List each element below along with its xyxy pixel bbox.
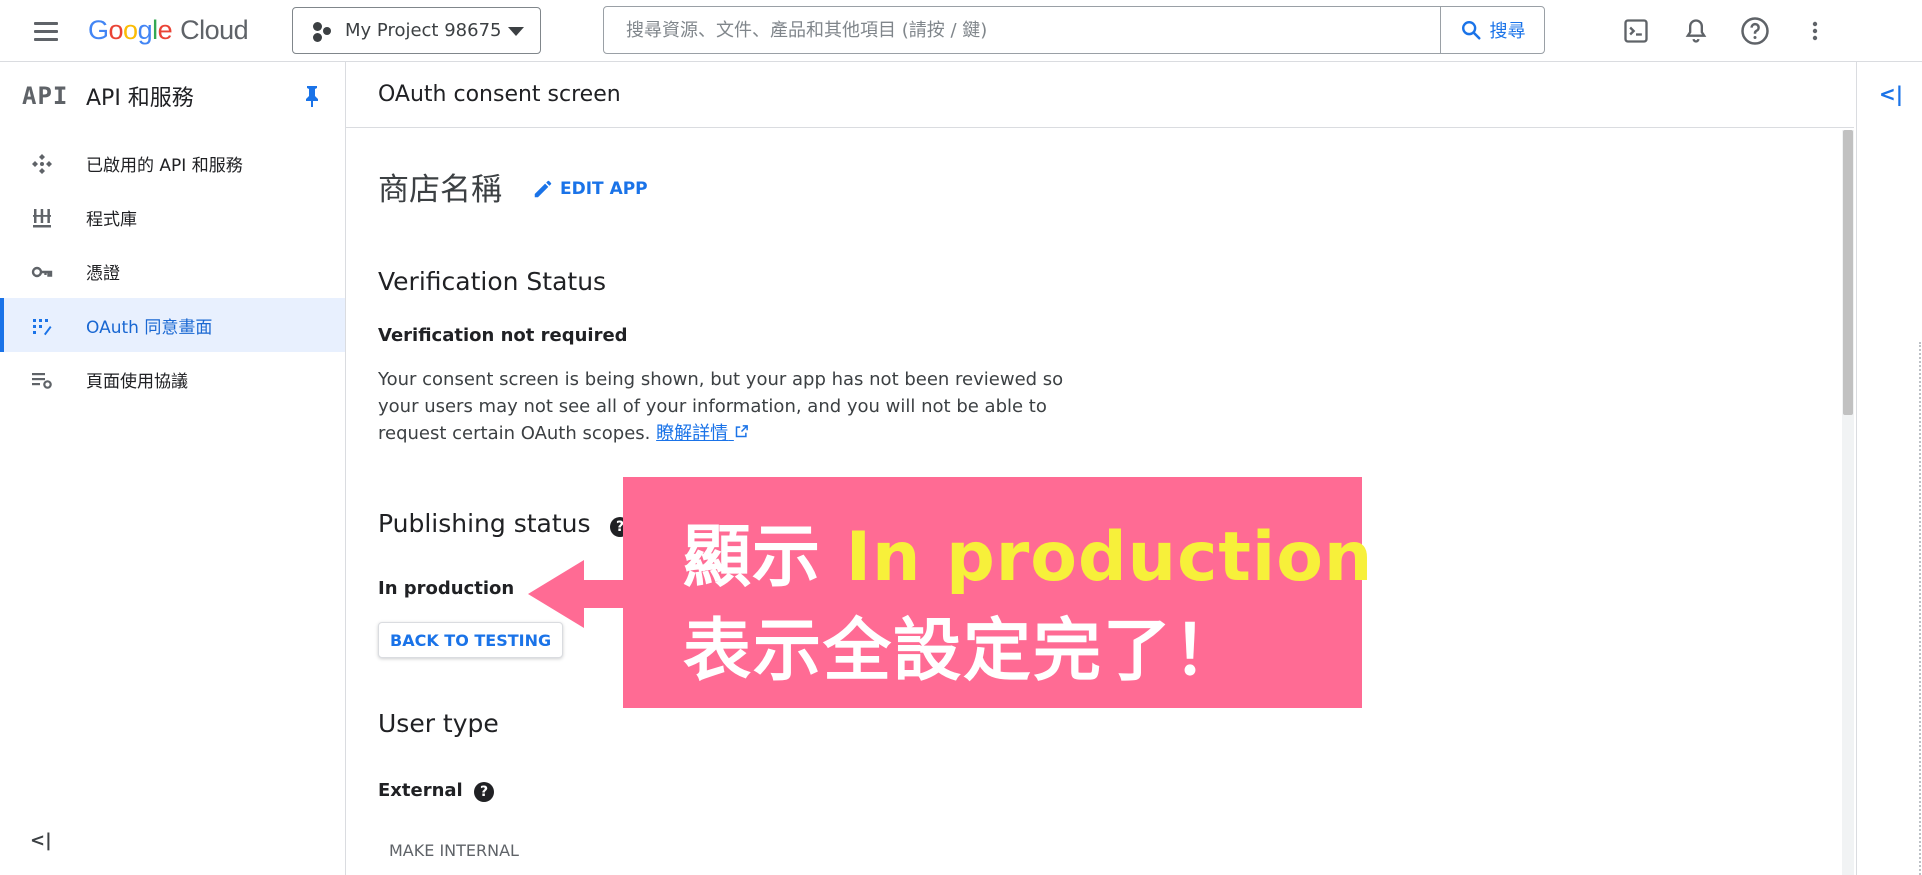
search-button[interactable]: 搜尋 (1440, 7, 1544, 53)
api-logo: API (22, 82, 69, 110)
sidebar: API API 和服務 已啟用的 API 和服務 程式庫 憑證 OAuth 同意… (0, 62, 346, 875)
external-link-icon (735, 425, 748, 438)
sidebar-item-page-usage[interactable]: 頁面使用協議 (0, 352, 345, 406)
collapse-sidebar-icon[interactable]: <| (30, 830, 52, 851)
sidebar-item-label: 已啟用的 API 和服務 (86, 155, 243, 176)
annotation-highlight: In production (845, 518, 1374, 597)
sidebar-item-label: OAuth 同意畫面 (86, 317, 213, 338)
more-options-button[interactable] (1796, 12, 1834, 50)
terminal-icon (1624, 19, 1648, 43)
right-side-panel: <| (1856, 62, 1922, 875)
edit-app-button[interactable]: EDIT APP (532, 178, 648, 200)
sidebar-title: API 和服務 (86, 86, 194, 111)
learn-more-link[interactable]: 瞭解詳情 (656, 423, 749, 444)
search-icon (1461, 21, 1481, 40)
annotation-prefix: 顯示 (683, 518, 846, 597)
cloud-shell-button[interactable] (1617, 12, 1655, 50)
project-icon (311, 20, 333, 42)
publishing-heading: Publishing status (378, 509, 591, 538)
user-type-heading: User type (378, 709, 499, 738)
annotation-arrow-head (528, 560, 584, 628)
user-type-help-icon[interactable]: ? (474, 782, 494, 802)
verification-description: Your consent screen is being shown, but … (378, 366, 1078, 447)
pin-icon[interactable] (302, 84, 322, 108)
cloud-wordmark: Cloud (180, 14, 249, 45)
library-icon (33, 209, 51, 228)
key-icon (31, 266, 53, 278)
user-type-value: External (378, 780, 463, 801)
expand-panel-icon[interactable]: <| (1879, 82, 1903, 106)
search-button-label: 搜尋 (1489, 21, 1526, 42)
annotation-arrow-shaft (582, 580, 625, 608)
oauth-consent-icon (33, 319, 52, 336)
make-internal-button[interactable]: MAKE INTERNAL (389, 841, 519, 860)
panel-divider (1919, 342, 1921, 875)
page-usage-settings-icon (32, 373, 52, 389)
project-name: My Project 98675 (345, 20, 502, 41)
sidebar-item-credentials[interactable]: 憑證 (0, 244, 345, 298)
sidebar-item-label: 憑證 (86, 263, 120, 284)
app-name: 商店名稱 (378, 172, 502, 208)
bell-icon (1685, 19, 1707, 43)
sidebar-item-label: 頁面使用協議 (86, 371, 188, 392)
scrollbar-thumb[interactable] (1843, 130, 1853, 415)
sidebar-header: API API 和服務 (0, 62, 345, 127)
notifications-button[interactable] (1677, 12, 1715, 50)
chevron-down-icon (508, 27, 524, 36)
annotation-callout: 顯示 In production 表示全設定完了！ (623, 477, 1372, 708)
page-header: OAuth consent screen (346, 62, 1854, 128)
sidebar-item-label: 程式庫 (86, 209, 137, 230)
sidebar-item-library[interactable]: 程式庫 (0, 190, 345, 244)
top-bar: Google Cloud My Project 98675 搜尋 (0, 0, 1922, 62)
help-icon (1741, 17, 1769, 45)
verification-heading: Verification Status (378, 267, 607, 296)
verification-status: Verification not required (378, 325, 628, 346)
annotation-line-2: 表示全設定完了！ (683, 612, 1244, 691)
learn-more-label: 瞭解詳情 (656, 423, 729, 444)
project-picker[interactable]: My Project 98675 (292, 7, 541, 54)
edit-app-label: EDIT APP (560, 179, 648, 199)
page-title: OAuth consent screen (378, 82, 621, 107)
main-menu-button[interactable] (28, 17, 64, 45)
sidebar-item-oauth-consent[interactable]: OAuth 同意畫面 (0, 298, 345, 352)
annotation-line-1: 顯示 In production (683, 501, 1373, 600)
edit-icon (534, 180, 552, 198)
publishing-status-value: In production (378, 578, 515, 599)
search-input[interactable] (604, 7, 1440, 53)
help-button[interactable] (1736, 12, 1774, 50)
sidebar-item-enabled-apis[interactable]: 已啟用的 API 和服務 (0, 136, 345, 190)
more-vert-icon (1812, 21, 1818, 41)
search-box: 搜尋 (603, 6, 1545, 54)
google-cloud-logo[interactable]: Google Cloud (88, 10, 249, 50)
google-wordmark: Google (88, 14, 173, 45)
api-services-icon (32, 154, 52, 174)
